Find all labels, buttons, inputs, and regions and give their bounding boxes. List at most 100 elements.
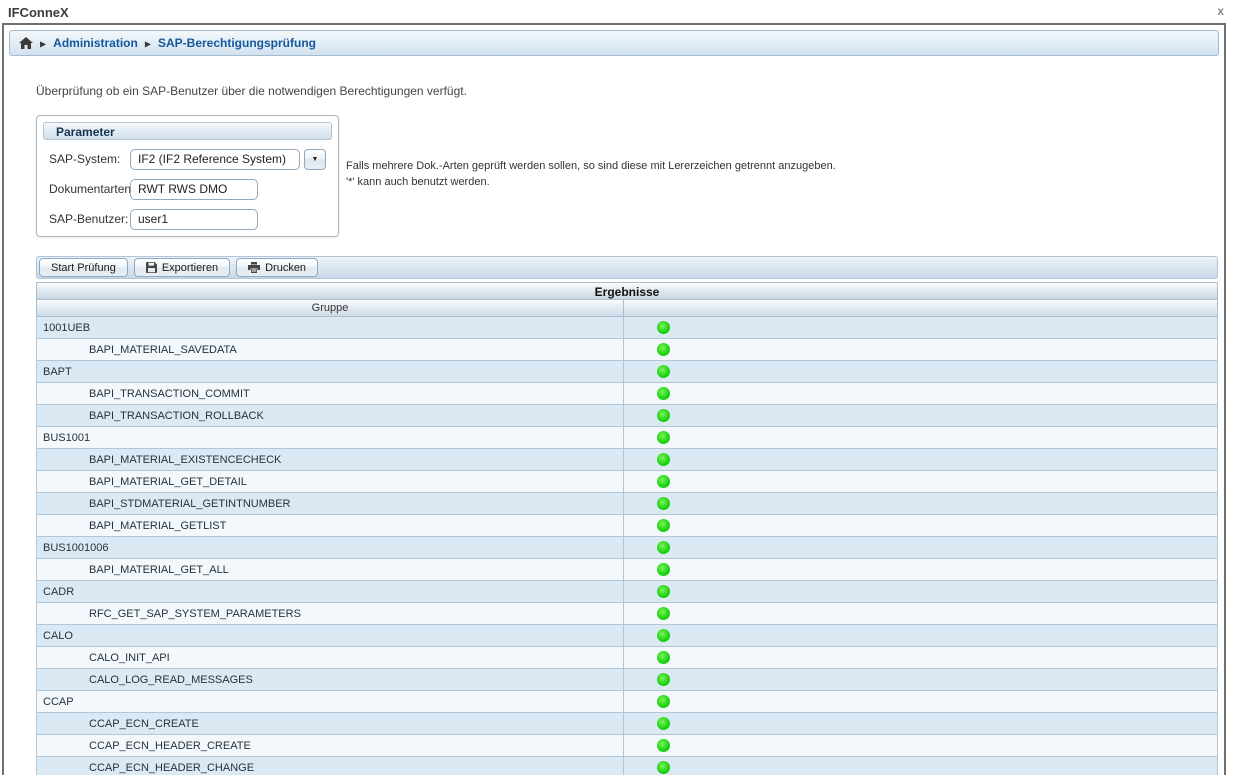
drucken-button[interactable]: Drucken <box>236 258 318 277</box>
exportieren-button[interactable]: Exportieren <box>134 258 230 277</box>
group-name: 1001UEB <box>43 322 90 334</box>
group-name-cell: CCAP_ECN_HEADER_CHANGE <box>37 757 624 775</box>
breadcrumb-arrow-icon: ▶ <box>145 39 151 48</box>
group-name: BAPT <box>43 366 72 378</box>
group-name-cell: CCAP <box>37 691 624 712</box>
table-row[interactable]: CADR <box>36 581 1218 603</box>
main-content: Überprüfung ob ein SAP-Benutzer über die… <box>36 84 1224 775</box>
status-cell <box>624 339 1217 360</box>
sap-system-label: SAP-System: <box>49 152 130 166</box>
status-ok-icon <box>657 651 670 664</box>
status-cell <box>624 515 1217 536</box>
status-column-header[interactable] <box>624 300 1217 316</box>
table-row[interactable]: BAPI_STDMATERIAL_GETINTNUMBER <box>36 493 1218 515</box>
content-frame: ▶ Administration ▶ SAP-Berechtigungsprüf… <box>2 23 1226 775</box>
table-row[interactable]: BAPI_MATERIAL_GET_ALL <box>36 559 1218 581</box>
group-name-cell: CCAP_ECN_CREATE <box>37 713 624 734</box>
status-ok-icon <box>657 497 670 510</box>
group-name-cell: BAPI_MATERIAL_EXISTENCECHECK <box>37 449 624 470</box>
home-icon[interactable] <box>19 37 33 49</box>
sap-system-selected-value: IF2 (IF2 Reference System) <box>138 152 286 166</box>
status-ok-icon <box>657 519 670 532</box>
status-ok-icon <box>657 629 670 642</box>
sap-system-dropdown-button[interactable]: ▼ <box>304 149 326 170</box>
group-name: CADR <box>43 586 74 598</box>
group-name: BUS1001 <box>43 432 90 444</box>
group-name: CALO <box>43 630 73 642</box>
status-cell <box>624 603 1217 624</box>
group-name: BAPI_TRANSACTION_COMMIT <box>89 388 250 400</box>
sap-benutzer-row: SAP-Benutzer: <box>43 208 332 230</box>
parameter-panel-title: Parameter <box>43 122 332 140</box>
status-ok-icon <box>657 695 670 708</box>
table-row[interactable]: BUS1001006 <box>36 537 1218 559</box>
results-table-body: 1001UEB BAPI_MATERIAL_SAVEDATA BAPT BAPI… <box>36 317 1218 775</box>
status-cell <box>624 449 1217 470</box>
status-cell <box>624 361 1217 382</box>
table-row[interactable]: RFC_GET_SAP_SYSTEM_PARAMETERS <box>36 603 1218 625</box>
status-cell <box>624 537 1217 558</box>
table-row[interactable]: CCAP_ECN_CREATE <box>36 713 1218 735</box>
sap-system-select[interactable]: IF2 (IF2 Reference System) <box>130 149 300 170</box>
group-name-cell: BAPI_STDMATERIAL_GETINTNUMBER <box>37 493 624 514</box>
table-row[interactable]: CCAP_ECN_HEADER_CHANGE <box>36 757 1218 775</box>
group-name-cell: 1001UEB <box>37 317 624 338</box>
results-table-column-header-row: Gruppe <box>36 300 1218 317</box>
table-row[interactable]: CALO_INIT_API <box>36 647 1218 669</box>
status-cell <box>624 405 1217 426</box>
status-ok-icon <box>657 475 670 488</box>
breadcrumb-item-current[interactable]: SAP-Berechtigungsprüfung <box>158 36 316 50</box>
table-row[interactable]: CCAP <box>36 691 1218 713</box>
save-icon <box>146 262 157 273</box>
table-row[interactable]: BAPI_MATERIAL_EXISTENCECHECK <box>36 449 1218 471</box>
status-cell <box>624 669 1217 690</box>
table-row[interactable]: CCAP_ECN_HEADER_CREATE <box>36 735 1218 757</box>
group-name: CALO_LOG_READ_MESSAGES <box>89 674 253 686</box>
table-row[interactable]: BUS1001 <box>36 427 1218 449</box>
group-name-cell: BAPT <box>37 361 624 382</box>
table-row[interactable]: BAPI_MATERIAL_GETLIST <box>36 515 1218 537</box>
table-row[interactable]: CALO <box>36 625 1218 647</box>
group-name-cell: CADR <box>37 581 624 602</box>
close-icon[interactable]: x <box>1217 4 1224 18</box>
gruppe-column-header[interactable]: Gruppe <box>37 300 624 316</box>
breadcrumb: ▶ Administration ▶ SAP-Berechtigungsprüf… <box>9 30 1219 56</box>
group-name: BAPI_TRANSACTION_ROLLBACK <box>89 410 264 422</box>
table-row[interactable]: CALO_LOG_READ_MESSAGES <box>36 669 1218 691</box>
group-name: BAPI_MATERIAL_SAVEDATA <box>89 344 237 356</box>
group-name: CCAP <box>43 696 74 708</box>
table-row[interactable]: BAPI_TRANSACTION_ROLLBACK <box>36 405 1218 427</box>
sap-system-row: SAP-System: IF2 (IF2 Reference System) ▼ <box>43 148 332 170</box>
sap-benutzer-input[interactable] <box>130 209 258 230</box>
start-pruefung-button[interactable]: Start Prüfung <box>39 258 128 277</box>
table-row[interactable]: BAPI_MATERIAL_SAVEDATA <box>36 339 1218 361</box>
dokumentarten-input[interactable] <box>130 179 258 200</box>
status-ok-icon <box>657 431 670 444</box>
group-name: CCAP_ECN_CREATE <box>89 718 199 730</box>
table-row[interactable]: BAPI_MATERIAL_GET_DETAIL <box>36 471 1218 493</box>
results-table-title: Ergebnisse <box>36 282 1218 300</box>
group-name-cell: BUS1001006 <box>37 537 624 558</box>
status-ok-icon <box>657 585 670 598</box>
printer-icon <box>248 262 260 273</box>
status-ok-icon <box>657 321 670 334</box>
table-row[interactable]: BAPI_TRANSACTION_COMMIT <box>36 383 1218 405</box>
group-name: BAPI_MATERIAL_GETLIST <box>89 520 226 532</box>
group-name-cell: BUS1001 <box>37 427 624 448</box>
status-ok-icon <box>657 343 670 356</box>
status-ok-icon <box>657 607 670 620</box>
status-cell <box>624 757 1217 775</box>
group-name-cell: CALO <box>37 625 624 646</box>
toolbar: Start Prüfung Exportieren Drucken <box>36 256 1218 279</box>
table-row[interactable]: BAPT <box>36 361 1218 383</box>
table-row[interactable]: 1001UEB <box>36 317 1218 339</box>
group-name-cell: BAPI_MATERIAL_GET_DETAIL <box>37 471 624 492</box>
breadcrumb-item-administration[interactable]: Administration <box>53 36 138 50</box>
group-name: BAPI_MATERIAL_GET_DETAIL <box>89 476 247 488</box>
sap-benutzer-label: SAP-Benutzer: <box>49 212 130 226</box>
group-name-cell: RFC_GET_SAP_SYSTEM_PARAMETERS <box>37 603 624 624</box>
status-cell <box>624 559 1217 580</box>
status-cell <box>624 581 1217 602</box>
status-cell <box>624 493 1217 514</box>
status-ok-icon <box>657 673 670 686</box>
